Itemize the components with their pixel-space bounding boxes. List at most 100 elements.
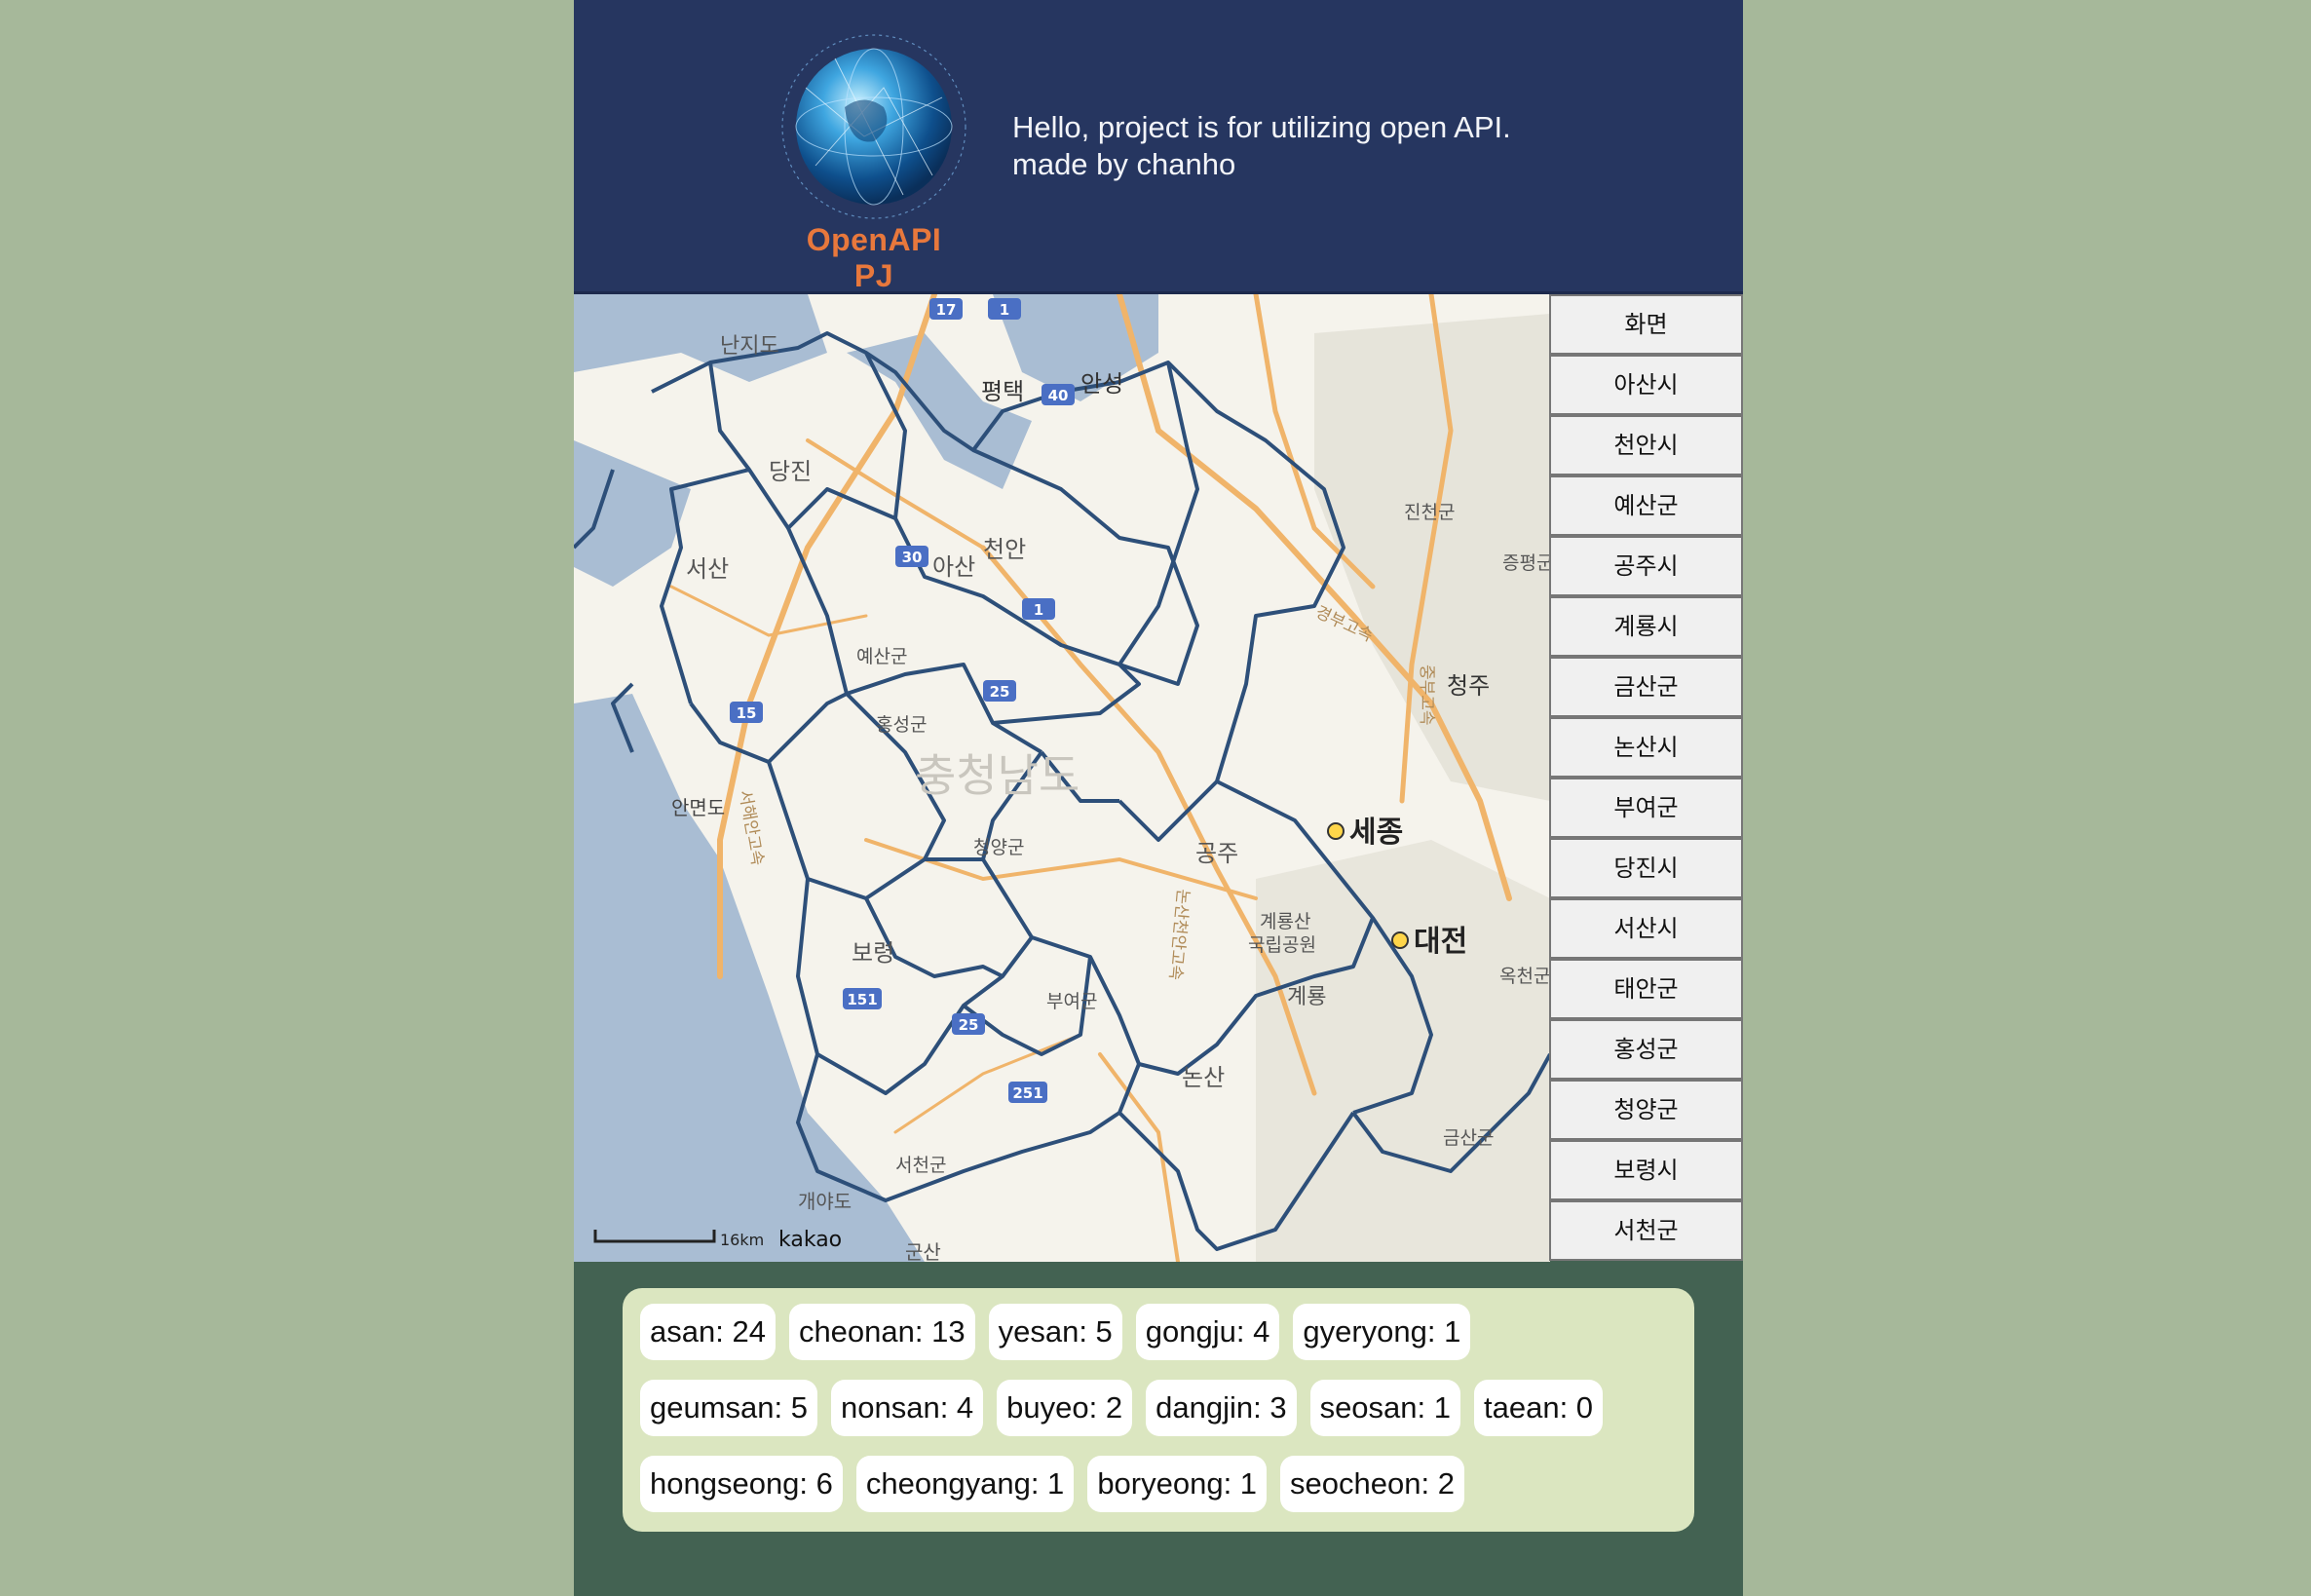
- district-button[interactable]: 금산군: [1549, 657, 1743, 717]
- district-button[interactable]: 서천군: [1549, 1200, 1743, 1261]
- label-nonsan-expressway: 논산천안고속: [1165, 889, 1193, 981]
- scale-label: 16km: [720, 1231, 764, 1249]
- highway-shield: 25: [952, 1013, 985, 1035]
- district-button[interactable]: 예산군: [1549, 475, 1743, 536]
- district-button[interactable]: 공주시: [1549, 536, 1743, 596]
- count-chip: dangjin: 3: [1146, 1380, 1297, 1436]
- svg-text:17: 17: [936, 301, 957, 319]
- label-asan: 아산: [932, 553, 975, 581]
- label-okcheon: 옥천군: [1499, 966, 1550, 987]
- label-jincheon: 진천군: [1404, 502, 1455, 523]
- label-seocheon: 서천군: [895, 1155, 946, 1176]
- count-chip: seosan: 1: [1309, 1380, 1460, 1436]
- map-canvas[interactable]: 17 1 40 30 1 25 15 151 25 251 난지도 당진 서산 …: [574, 294, 1550, 1262]
- svg-text:1: 1: [1034, 601, 1043, 619]
- label-gunsan: 군산: [905, 1240, 941, 1262]
- kakao-attribution: kakao: [778, 1228, 842, 1252]
- label-hongseong: 홍성군: [876, 714, 927, 736]
- count-chip: gongju: 4: [1135, 1304, 1280, 1360]
- svg-text:25: 25: [990, 683, 1010, 701]
- count-chip: nonsan: 4: [831, 1380, 984, 1436]
- district-button[interactable]: 아산시: [1549, 355, 1743, 415]
- district-button[interactable]: 계룡시: [1549, 596, 1743, 657]
- label-seosan: 서산: [686, 555, 729, 583]
- count-row: asan: 24 cheonan: 13 yesan: 5 gongju: 4 gyer…: [640, 1304, 1677, 1380]
- svg-text:40: 40: [1048, 387, 1069, 404]
- map-view[interactable]: 17 1 40 30 1 25 15 151 25 251 난지도 당진 서산 …: [574, 294, 1550, 1262]
- count-row: hongseong: 6 cheongyang: 1 boryeong: 1 seoc…: [640, 1456, 1677, 1532]
- label-buyeo: 부여군: [1046, 991, 1097, 1012]
- label-daejeon: 대전: [1414, 925, 1467, 959]
- district-button[interactable]: 보령시: [1549, 1140, 1743, 1200]
- district-button[interactable]: 화면: [1549, 294, 1743, 355]
- label-cheongju: 청주: [1447, 672, 1490, 700]
- district-button[interactable]: 홍성군: [1549, 1019, 1743, 1080]
- district-button[interactable]: 천안시: [1549, 415, 1743, 475]
- daejeon-marker-icon: [1391, 931, 1409, 949]
- count-chip: hongseong: 6: [640, 1456, 843, 1512]
- label-jungbu-expressway: 중부고속: [1417, 665, 1436, 726]
- district-button-list: 화면 아산시 천안시 예산군 공주시 계룡시 금산군 논산시 부여군 당진시 서…: [1549, 294, 1743, 1261]
- count-chip: cheongyang: 1: [855, 1456, 1075, 1512]
- sejong-marker-icon: [1327, 822, 1345, 840]
- svg-text:15: 15: [737, 704, 757, 722]
- highway-shield: 251: [1008, 1082, 1047, 1103]
- label-gukrip: 국립공원: [1248, 934, 1316, 956]
- count-chip: cheonan: 13: [788, 1304, 975, 1360]
- globe-logo-icon: [781, 34, 966, 219]
- label-geumsan: 금산군: [1443, 1127, 1494, 1149]
- label-cheonan: 천안: [983, 536, 1026, 563]
- district-button[interactable]: 논산시: [1549, 717, 1743, 778]
- highway-shield: 40: [1042, 384, 1075, 405]
- count-chip: taean: 0: [1474, 1380, 1604, 1436]
- district-button[interactable]: 서산시: [1549, 898, 1743, 959]
- svg-text:151: 151: [847, 991, 877, 1008]
- count-chip: buyeo: 2: [997, 1380, 1133, 1436]
- label-nanjido: 난지도: [720, 334, 779, 359]
- label-seohaean-expressway: 서해안고속: [735, 788, 767, 866]
- svg-text:251: 251: [1012, 1084, 1042, 1102]
- label-pyeongtaek: 평택: [981, 378, 1024, 405]
- highway-shield: 15: [730, 702, 763, 723]
- count-chip: asan: 24: [640, 1304, 776, 1360]
- count-chip: seocheon: 2: [1280, 1456, 1464, 1512]
- label-jeungpyeong: 증평군: [1502, 552, 1550, 574]
- label-dangjin: 당진: [769, 458, 812, 485]
- highway-shield: 25: [983, 680, 1016, 702]
- svg-text:30: 30: [902, 549, 923, 566]
- count-row: geumsan: 5 nonsan: 4 buyeo: 2 dangjin: 3 seo…: [640, 1380, 1677, 1456]
- svg-text:1: 1: [1000, 301, 1009, 319]
- label-gyeryong: 계룡: [1287, 985, 1326, 1009]
- label-cheongyang: 청양군: [973, 837, 1024, 858]
- highway-shield: 151: [843, 988, 882, 1009]
- highway-shield: 30: [895, 546, 928, 567]
- highway-shield: 17: [929, 298, 963, 320]
- count-chip: gyeryong: 1: [1293, 1304, 1471, 1360]
- app-container: OpenAPI PJ Hello, project is for utilizi…: [574, 0, 1743, 1596]
- count-panel: asan: 24 cheonan: 13 yesan: 5 gongju: 4 gyer…: [623, 1288, 1694, 1532]
- district-button[interactable]: 태안군: [1549, 959, 1743, 1019]
- district-button[interactable]: 부여군: [1549, 778, 1743, 838]
- header-line-1: Hello, project is for utilizing open API…: [1012, 110, 1511, 144]
- highway-shield: 1: [1022, 598, 1055, 620]
- district-button[interactable]: 당진시: [1549, 838, 1743, 898]
- label-sejong: 세종: [1349, 816, 1403, 850]
- label-gyeryongsan: 계룡산: [1260, 911, 1310, 932]
- header: OpenAPI PJ Hello, project is for utilizi…: [574, 0, 1743, 294]
- header-line-2: made by chanho: [1012, 147, 1236, 181]
- label-gongju: 공주: [1195, 840, 1238, 867]
- label-chungnam: 충청남도: [915, 749, 1080, 802]
- label-nonsan: 논산: [1182, 1064, 1225, 1091]
- label-anseong: 안성: [1080, 370, 1123, 398]
- logo-text: OpenAPI PJ: [806, 222, 942, 293]
- count-chip: geumsan: 5: [640, 1380, 817, 1436]
- label-anmyeondo: 안면도: [671, 796, 725, 819]
- label-gaeyado: 개야도: [798, 1190, 852, 1213]
- highway-shield: 1: [988, 298, 1021, 320]
- label-yesan: 예산군: [856, 646, 907, 667]
- district-button[interactable]: 청양군: [1549, 1080, 1743, 1140]
- label-boryeong: 보령: [852, 939, 894, 967]
- header-message: Hello, project is for utilizing open API…: [1012, 109, 1511, 183]
- count-chip: yesan: 5: [988, 1304, 1122, 1360]
- count-chip: boryeong: 1: [1087, 1456, 1268, 1512]
